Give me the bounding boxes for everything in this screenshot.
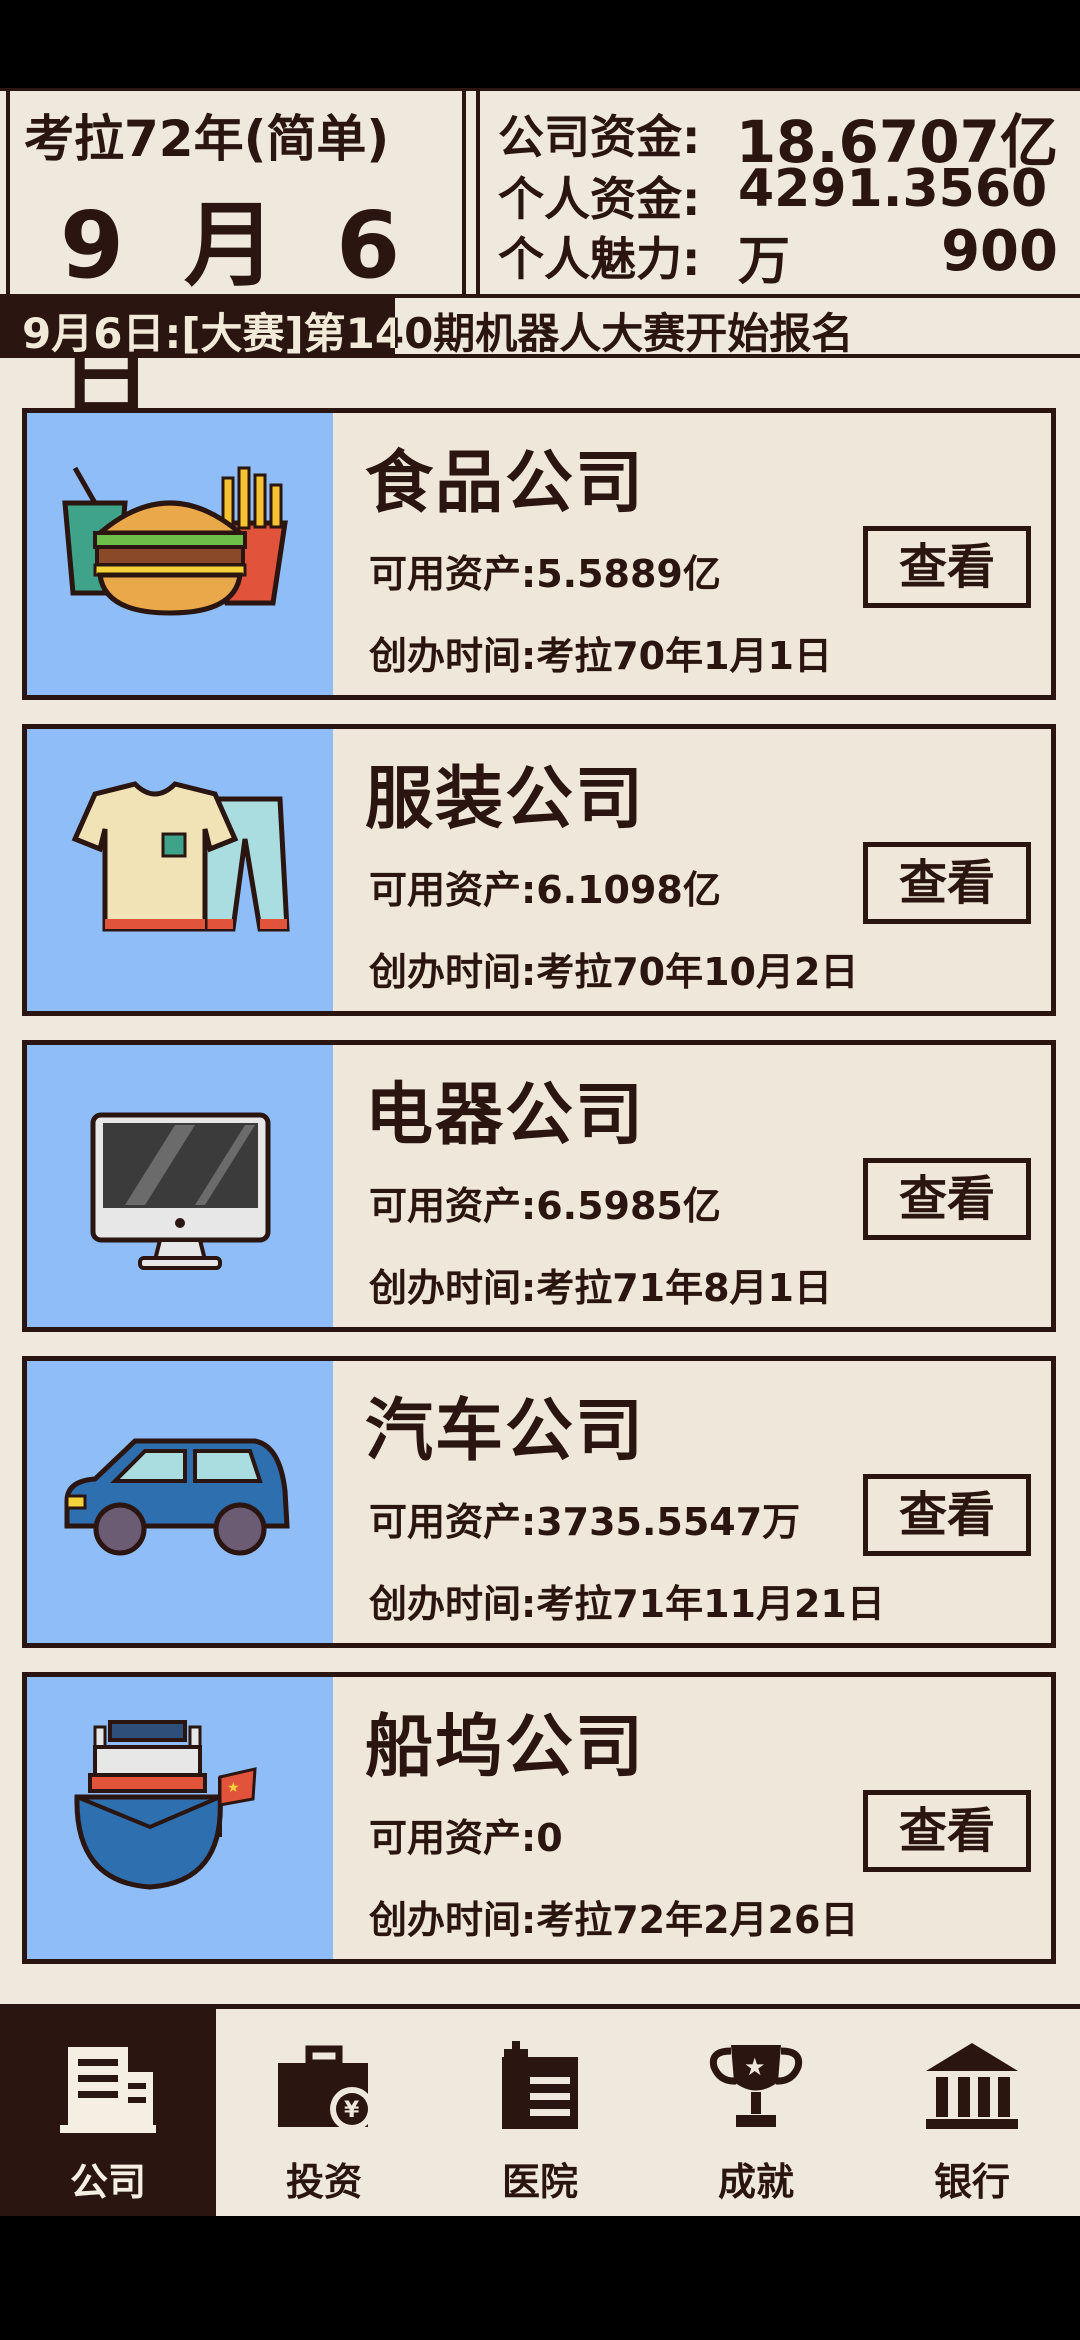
company-art: ★ bbox=[27, 1677, 333, 1959]
ticker-text: 9月6日:[大赛]第140期机器人大赛开始报名 bbox=[22, 300, 853, 354]
era-label: 考拉72年(简单) bbox=[24, 110, 390, 168]
hospital-icon bbox=[502, 2041, 578, 2129]
company-founded: 创办时间:考拉71年8月1日 bbox=[369, 1266, 832, 1310]
personal-funds-label: 个人资金: bbox=[498, 172, 701, 226]
view-button[interactable]: 查看 bbox=[863, 526, 1031, 608]
view-button[interactable]: 查看 bbox=[863, 1158, 1031, 1240]
company-founded: 创办时间:考拉70年10月2日 bbox=[369, 950, 859, 994]
building-icon bbox=[60, 2047, 156, 2133]
company-assets: 可用资产:3735.5547万 bbox=[369, 1500, 801, 1544]
svg-text:★: ★ bbox=[744, 2053, 766, 2081]
bank-icon bbox=[926, 2043, 1018, 2129]
company-name: 食品公司 bbox=[365, 444, 646, 523]
company-name: 服装公司 bbox=[365, 760, 646, 839]
company-name: 电器公司 bbox=[365, 1076, 646, 1155]
company-card-car[interactable]: 汽车公司 可用资产:3735.5547万 创办时间:考拉71年11月21日 查看 bbox=[22, 1356, 1056, 1648]
bottom-nav: 公司 ¥ 投资 医院 ★ 成就 银行 bbox=[0, 2004, 1080, 2216]
car-icon bbox=[64, 1438, 290, 1556]
nav-achievements[interactable]: ★ 成就 bbox=[648, 2009, 864, 2216]
company-name: 船坞公司 bbox=[365, 1708, 646, 1787]
view-button[interactable]: 查看 bbox=[863, 1790, 1031, 1872]
nav-hospital[interactable]: 医院 bbox=[432, 2009, 648, 2216]
ship-icon: ★ bbox=[74, 1720, 257, 1890]
nav-label: 投资 bbox=[285, 2160, 362, 2204]
company-assets: 可用资产:0 bbox=[369, 1816, 563, 1860]
company-founded: 创办时间:考拉71年11月21日 bbox=[369, 1582, 885, 1626]
nav-label: 公司 bbox=[69, 2160, 146, 2204]
personal-funds-row: 个人资金: 4291.3560万 bbox=[498, 159, 1058, 292]
company-card-shipyard[interactable]: ★ 船坞公司 可用资产:0 创办时间:考拉72年2月26日 查看 bbox=[22, 1672, 1056, 1964]
news-ticker: 9月6日:[大赛]第140期机器人大赛开始报名 bbox=[0, 298, 1080, 358]
company-art bbox=[27, 413, 333, 695]
nav-label: 成就 bbox=[717, 2160, 794, 2204]
nav-label: 医院 bbox=[501, 2160, 578, 2204]
nav-company[interactable]: 公司 bbox=[0, 2009, 216, 2216]
company-assets: 可用资产:5.5889亿 bbox=[369, 552, 721, 596]
nav-bank[interactable]: 银行 bbox=[864, 2009, 1080, 2216]
company-card-clothing[interactable]: 服装公司 可用资产:6.1098亿 创办时间:考拉70年10月2日 查看 bbox=[22, 724, 1056, 1016]
charm-label: 个人魅力: bbox=[498, 232, 701, 286]
company-funds-row: 公司资金: 18.6707亿 bbox=[498, 101, 1058, 176]
svg-text:¥: ¥ bbox=[344, 2098, 360, 2123]
funds-panel: 公司资金: 18.6707亿 个人资金: 4291.3560万 个人魅力: 90… bbox=[476, 91, 1076, 294]
trophy-icon: ★ bbox=[709, 2045, 803, 2127]
company-assets: 可用资产:6.5985亿 bbox=[369, 1184, 721, 1228]
game-screen: 考拉72年(简单) 9 月 6 日 公司资金: 18.6707亿 个人资金: 4… bbox=[0, 88, 1080, 2216]
burger-fries-icon bbox=[62, 466, 288, 616]
company-name: 汽车公司 bbox=[365, 1392, 646, 1471]
company-funds-label: 公司资金: bbox=[498, 110, 701, 164]
status-header: 考拉72年(简单) 9 月 6 日 公司资金: 18.6707亿 个人资金: 4… bbox=[0, 88, 1080, 432]
svg-text:★: ★ bbox=[227, 1780, 240, 1796]
view-button[interactable]: 查看 bbox=[863, 1474, 1031, 1556]
briefcase-yen-icon: ¥ bbox=[278, 2045, 374, 2131]
company-assets: 可用资产:6.1098亿 bbox=[369, 868, 721, 912]
view-button[interactable]: 查看 bbox=[863, 842, 1031, 924]
company-card-electronics[interactable]: 电器公司 可用资产:6.5985亿 创办时间:考拉71年8月1日 查看 bbox=[22, 1040, 1056, 1332]
shirt-pants-icon bbox=[71, 781, 290, 932]
nav-invest[interactable]: ¥ 投资 bbox=[216, 2009, 432, 2216]
company-art bbox=[27, 1045, 333, 1327]
nav-label: 银行 bbox=[933, 2160, 1010, 2204]
charm-value: 900 bbox=[941, 219, 1058, 284]
company-art bbox=[27, 729, 333, 1011]
company-founded: 创办时间:考拉70年1月1日 bbox=[369, 634, 832, 678]
charm-row: 个人魅力: 900 bbox=[498, 219, 1058, 286]
company-founded: 创办时间:考拉72年2月26日 bbox=[369, 1898, 859, 1942]
company-art bbox=[27, 1361, 333, 1643]
date-panel: 考拉72年(简单) 9 月 6 日 bbox=[6, 91, 466, 432]
company-card-food[interactable]: 食品公司 可用资产:5.5889亿 创办时间:考拉70年1月1日 查看 bbox=[22, 408, 1056, 700]
monitor-icon bbox=[90, 1112, 271, 1270]
